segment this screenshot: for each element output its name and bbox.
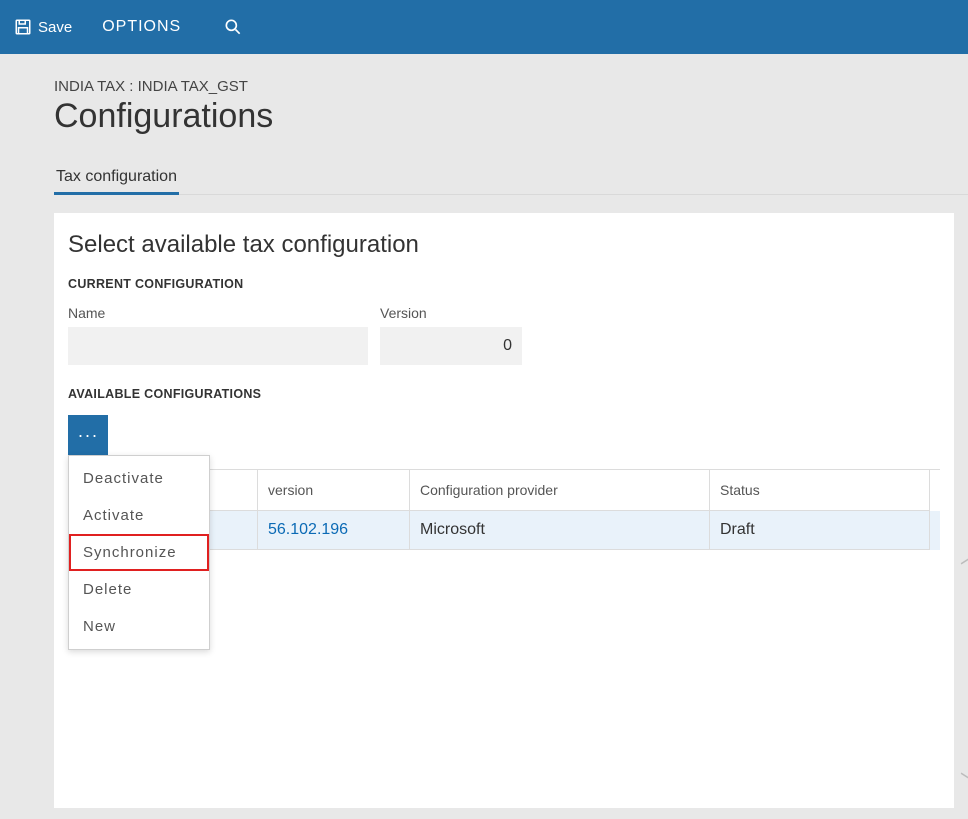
actions-menu: Deactivate Activate Synchronize Delete N… [68, 455, 210, 650]
scroll-down-icon[interactable]: ﹀ [960, 766, 968, 798]
search-button[interactable] [223, 17, 243, 37]
col-header-provider[interactable]: Configuration provider [410, 470, 710, 511]
version-field: Version [380, 305, 522, 365]
menu-item-synchronize[interactable]: Synchronize [69, 534, 209, 571]
col-header-status[interactable]: Status [710, 470, 930, 511]
more-actions-button[interactable]: ··· Deactivate Activate Synchronize Dele… [68, 415, 108, 455]
menu-item-activate[interactable]: Activate [69, 497, 209, 534]
cell-provider: Microsoft [410, 511, 710, 550]
current-config-header: CURRENT CONFIGURATION [68, 277, 940, 291]
toolbar: Save OPTIONS [0, 0, 968, 54]
available-config-header: AVAILABLE CONFIGURATIONS [68, 387, 940, 401]
name-label: Name [68, 305, 368, 321]
menu-item-delete[interactable]: Delete [69, 571, 209, 608]
panel-title: Select available tax configuration [68, 231, 940, 259]
col-header-version[interactable]: version [258, 470, 410, 511]
ellipsis-icon: ··· [78, 425, 99, 446]
current-config-fields: Name Version [68, 305, 940, 365]
tab-row: Tax configuration [54, 164, 968, 195]
scrollbar[interactable]: ︿ ﹀ [960, 538, 968, 798]
save-button[interactable]: Save [14, 18, 72, 36]
name-input[interactable] [68, 327, 368, 365]
version-input[interactable] [380, 327, 522, 365]
cell-status: Draft [710, 511, 930, 550]
name-field: Name [68, 305, 368, 365]
save-icon [14, 18, 32, 36]
version-label: Version [380, 305, 522, 321]
breadcrumb: INDIA TAX : INDIA TAX_GST [54, 78, 968, 95]
options-button[interactable]: OPTIONS [102, 18, 181, 36]
tab-label: Tax configuration [56, 168, 177, 185]
panel: Select available tax configuration CURRE… [54, 213, 954, 808]
grid-wrap: ··· Deactivate Activate Synchronize Dele… [68, 415, 940, 550]
page: INDIA TAX : INDIA TAX_GST Configurations… [0, 54, 968, 808]
cell-version[interactable]: 56.102.196 [258, 511, 410, 550]
scroll-up-icon[interactable]: ︿ [960, 538, 968, 570]
save-label: Save [38, 19, 72, 36]
tab-tax-configuration[interactable]: Tax configuration [54, 164, 179, 194]
menu-item-new[interactable]: New [69, 608, 209, 645]
page-title: Configurations [54, 97, 968, 136]
search-icon [223, 17, 243, 37]
menu-item-deactivate[interactable]: Deactivate [69, 460, 209, 497]
options-label: OPTIONS [102, 18, 181, 36]
